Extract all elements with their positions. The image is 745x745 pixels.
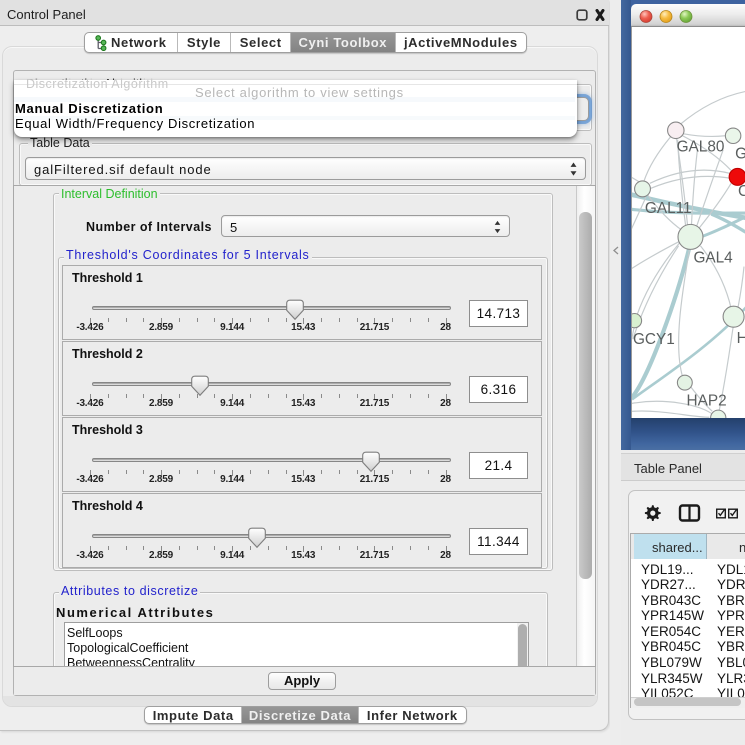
svg-text:GCY1: GCY1	[633, 331, 675, 348]
svg-text:CY: CY	[738, 183, 745, 200]
svg-text:GA: GA	[735, 146, 745, 163]
svg-text:HAP2: HAP2	[687, 392, 727, 409]
svg-text:GAL4: GAL4	[693, 250, 733, 267]
svg-text:GAL11: GAL11	[645, 200, 692, 217]
svg-text:HA: HA	[737, 330, 745, 347]
svg-text:GAL80: GAL80	[677, 139, 725, 156]
